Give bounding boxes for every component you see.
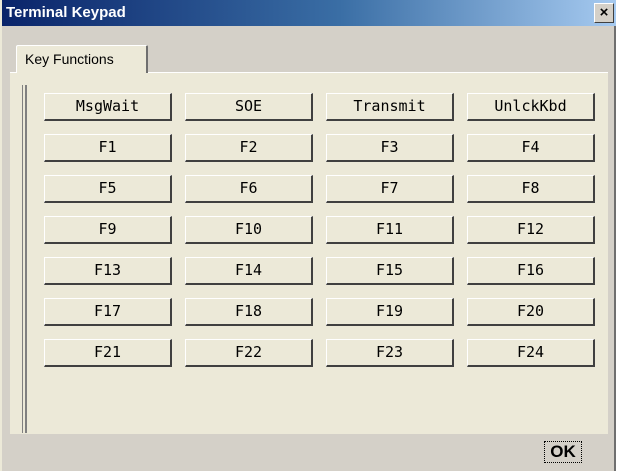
key-f13-button[interactable]: F13	[44, 257, 172, 285]
keypad-grid: MsgWait SOE Transmit UnlckKbd F1 F2 F3 F…	[44, 93, 595, 367]
key-f4-button[interactable]: F4	[467, 134, 595, 162]
panel-divider	[22, 85, 23, 433]
key-f20-button[interactable]: F20	[467, 298, 595, 326]
terminal-keypad-window: Terminal Keypad × Key Functions MsgWait …	[0, 0, 616, 471]
key-f15-button[interactable]: F15	[326, 257, 454, 285]
key-f19-button[interactable]: F19	[326, 298, 454, 326]
key-unlckkbd-button[interactable]: UnlckKbd	[467, 93, 595, 121]
tab-key-functions[interactable]: Key Functions	[16, 45, 148, 73]
key-f22-button[interactable]: F22	[185, 339, 313, 367]
close-icon: ×	[599, 4, 609, 21]
key-f2-button[interactable]: F2	[185, 134, 313, 162]
key-functions-panel: MsgWait SOE Transmit UnlckKbd F1 F2 F3 F…	[10, 72, 608, 434]
key-transmit-button[interactable]: Transmit	[326, 93, 454, 121]
window-title: Terminal Keypad	[6, 4, 126, 21]
key-f21-button[interactable]: F21	[44, 339, 172, 367]
key-f6-button[interactable]: F6	[185, 175, 313, 203]
title-bar[interactable]: Terminal Keypad ×	[2, 0, 616, 26]
panel-divider	[25, 85, 27, 433]
key-f9-button[interactable]: F9	[44, 216, 172, 244]
dialog-footer	[10, 434, 608, 471]
key-f23-button[interactable]: F23	[326, 339, 454, 367]
key-f12-button[interactable]: F12	[467, 216, 595, 244]
close-button[interactable]: ×	[594, 3, 614, 23]
key-f18-button[interactable]: F18	[185, 298, 313, 326]
key-soe-button[interactable]: SOE	[185, 93, 313, 121]
key-f8-button[interactable]: F8	[467, 175, 595, 203]
key-f3-button[interactable]: F3	[326, 134, 454, 162]
key-f24-button[interactable]: F24	[467, 339, 595, 367]
key-f5-button[interactable]: F5	[44, 175, 172, 203]
key-msgwait-button[interactable]: MsgWait	[44, 93, 172, 121]
key-f1-button[interactable]: F1	[44, 134, 172, 162]
key-f10-button[interactable]: F10	[185, 216, 313, 244]
key-f7-button[interactable]: F7	[326, 175, 454, 203]
key-f14-button[interactable]: F14	[185, 257, 313, 285]
key-f16-button[interactable]: F16	[467, 257, 595, 285]
key-f17-button[interactable]: F17	[44, 298, 172, 326]
key-f11-button[interactable]: F11	[326, 216, 454, 244]
ok-button[interactable]: OK	[544, 441, 582, 463]
